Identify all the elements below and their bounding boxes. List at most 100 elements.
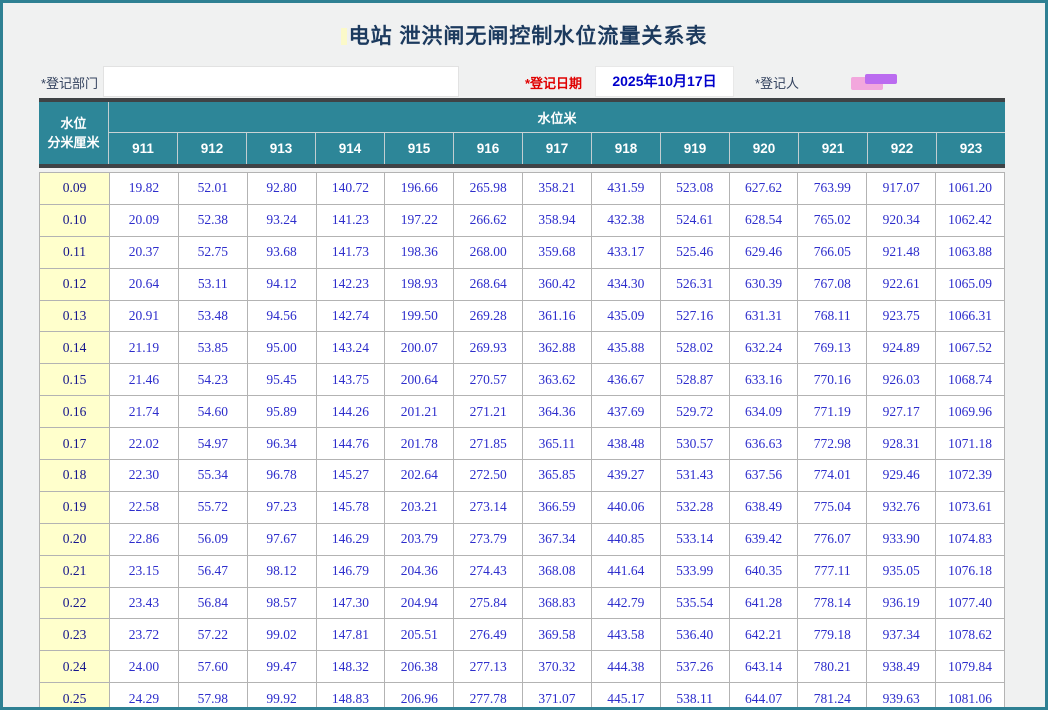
value-cell[interactable]: 53.48 [179, 301, 248, 333]
value-cell[interactable]: 359.68 [523, 237, 592, 269]
value-cell[interactable]: 143.24 [317, 332, 386, 364]
value-cell[interactable]: 437.69 [592, 396, 661, 428]
value-cell[interactable]: 362.88 [523, 332, 592, 364]
value-cell[interactable]: 141.73 [317, 237, 386, 269]
value-cell[interactable]: 144.76 [317, 428, 386, 460]
value-cell[interactable]: 265.98 [454, 173, 523, 205]
value-cell[interactable]: 938.49 [867, 651, 936, 683]
value-cell[interactable]: 96.78 [248, 460, 317, 492]
department-input[interactable] [103, 66, 459, 97]
value-cell[interactable]: 97.67 [248, 524, 317, 556]
value-cell[interactable]: 532.28 [661, 492, 730, 524]
value-cell[interactable]: 145.27 [317, 460, 386, 492]
value-cell[interactable]: 529.72 [661, 396, 730, 428]
value-cell[interactable]: 536.40 [661, 619, 730, 651]
value-cell[interactable]: 54.97 [179, 428, 248, 460]
value-cell[interactable]: 439.27 [592, 460, 661, 492]
value-cell[interactable]: 272.50 [454, 460, 523, 492]
value-cell[interactable]: 1074.83 [936, 524, 1005, 556]
value-cell[interactable]: 766.05 [798, 237, 867, 269]
value-cell[interactable]: 371.07 [523, 683, 592, 710]
value-cell[interactable]: 269.93 [454, 332, 523, 364]
value-cell[interactable]: 440.85 [592, 524, 661, 556]
value-cell[interactable]: 205.51 [385, 619, 454, 651]
value-cell[interactable]: 523.08 [661, 173, 730, 205]
value-cell[interactable]: 145.78 [317, 492, 386, 524]
value-cell[interactable]: 776.07 [798, 524, 867, 556]
value-cell[interactable]: 55.72 [179, 492, 248, 524]
value-cell[interactable]: 95.89 [248, 396, 317, 428]
value-cell[interactable]: 435.09 [592, 301, 661, 333]
value-cell[interactable]: 53.11 [179, 269, 248, 301]
value-cell[interactable]: 627.62 [730, 173, 799, 205]
value-cell[interactable]: 1061.20 [936, 173, 1005, 205]
value-cell[interactable]: 23.72 [110, 619, 179, 651]
value-cell[interactable]: 92.80 [248, 173, 317, 205]
value-cell[interactable]: 1071.18 [936, 428, 1005, 460]
value-cell[interactable]: 206.96 [385, 683, 454, 710]
value-cell[interactable]: 927.17 [867, 396, 936, 428]
value-cell[interactable]: 763.99 [798, 173, 867, 205]
value-cell[interactable]: 1079.84 [936, 651, 1005, 683]
value-cell[interactable]: 141.23 [317, 205, 386, 237]
value-cell[interactable]: 632.24 [730, 332, 799, 364]
value-cell[interactable]: 441.64 [592, 556, 661, 588]
value-cell[interactable]: 271.85 [454, 428, 523, 460]
date-field[interactable]: 2025年10月17日 [595, 66, 734, 97]
value-cell[interactable]: 22.30 [110, 460, 179, 492]
value-cell[interactable]: 95.45 [248, 364, 317, 396]
value-cell[interactable]: 771.19 [798, 396, 867, 428]
value-cell[interactable]: 638.49 [730, 492, 799, 524]
value-cell[interactable]: 140.72 [317, 173, 386, 205]
value-cell[interactable]: 23.43 [110, 588, 179, 620]
value-cell[interactable]: 1076.18 [936, 556, 1005, 588]
value-cell[interactable]: 444.38 [592, 651, 661, 683]
value-cell[interactable]: 203.79 [385, 524, 454, 556]
value-cell[interactable]: 22.86 [110, 524, 179, 556]
value-cell[interactable]: 438.48 [592, 428, 661, 460]
value-cell[interactable]: 936.19 [867, 588, 936, 620]
value-cell[interactable]: 435.88 [592, 332, 661, 364]
value-cell[interactable]: 52.38 [179, 205, 248, 237]
value-cell[interactable]: 148.83 [317, 683, 386, 710]
value-cell[interactable]: 148.32 [317, 651, 386, 683]
value-cell[interactable]: 928.31 [867, 428, 936, 460]
value-cell[interactable]: 57.60 [179, 651, 248, 683]
value-cell[interactable]: 99.47 [248, 651, 317, 683]
value-cell[interactable]: 93.24 [248, 205, 317, 237]
value-cell[interactable]: 640.35 [730, 556, 799, 588]
value-cell[interactable]: 268.00 [454, 237, 523, 269]
value-cell[interactable]: 20.64 [110, 269, 179, 301]
value-cell[interactable]: 53.85 [179, 332, 248, 364]
value-cell[interactable]: 55.34 [179, 460, 248, 492]
value-cell[interactable]: 365.11 [523, 428, 592, 460]
value-cell[interactable]: 142.23 [317, 269, 386, 301]
value-cell[interactable]: 433.17 [592, 237, 661, 269]
value-cell[interactable]: 636.63 [730, 428, 799, 460]
value-cell[interactable]: 358.21 [523, 173, 592, 205]
value-cell[interactable]: 56.84 [179, 588, 248, 620]
value-cell[interactable]: 1066.31 [936, 301, 1005, 333]
value-cell[interactable]: 22.02 [110, 428, 179, 460]
value-cell[interactable]: 273.14 [454, 492, 523, 524]
value-cell[interactable]: 537.26 [661, 651, 730, 683]
value-cell[interactable]: 198.93 [385, 269, 454, 301]
value-cell[interactable]: 366.59 [523, 492, 592, 524]
value-cell[interactable]: 1068.74 [936, 364, 1005, 396]
value-cell[interactable]: 1069.96 [936, 396, 1005, 428]
value-cell[interactable]: 277.13 [454, 651, 523, 683]
value-cell[interactable]: 533.14 [661, 524, 730, 556]
value-cell[interactable]: 644.07 [730, 683, 799, 710]
value-cell[interactable]: 637.56 [730, 460, 799, 492]
value-cell[interactable]: 535.54 [661, 588, 730, 620]
value-cell[interactable]: 1081.06 [936, 683, 1005, 710]
value-cell[interactable]: 768.11 [798, 301, 867, 333]
value-cell[interactable]: 933.90 [867, 524, 936, 556]
value-cell[interactable]: 1063.88 [936, 237, 1005, 269]
value-cell[interactable]: 525.46 [661, 237, 730, 269]
value-cell[interactable]: 270.57 [454, 364, 523, 396]
value-cell[interactable]: 21.19 [110, 332, 179, 364]
value-cell[interactable]: 528.87 [661, 364, 730, 396]
value-cell[interactable]: 440.06 [592, 492, 661, 524]
value-cell[interactable]: 94.56 [248, 301, 317, 333]
